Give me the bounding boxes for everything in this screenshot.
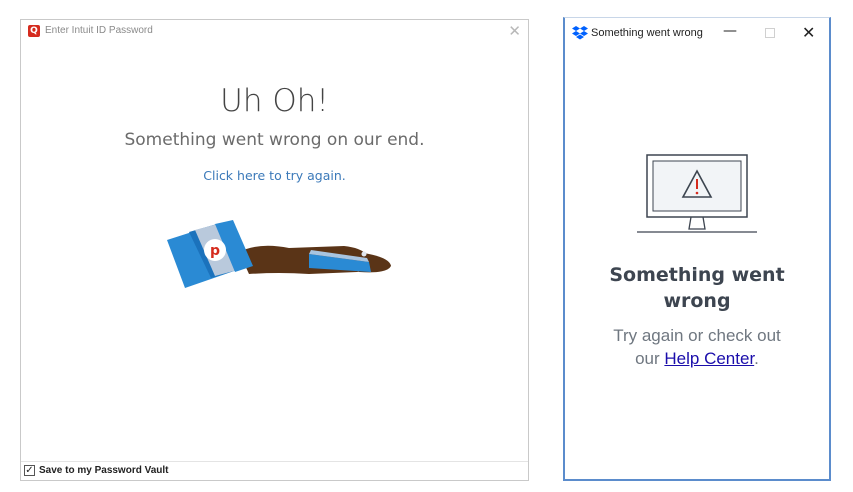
monitor-warning-icon	[637, 154, 757, 233]
error-body: Try again or check out our Help Center.	[565, 324, 829, 370]
error-body-suffix: .	[754, 349, 759, 368]
titlebar: Q Enter Intuit ID Password ✕	[21, 20, 528, 42]
retry-link[interactable]: Click here to try again.	[21, 168, 528, 183]
dropbox-icon	[572, 26, 588, 40]
error-heading: Something went wrong	[565, 262, 829, 314]
fallen-figure-illustration: p	[167, 220, 391, 288]
window-title: Enter Intuit ID Password	[45, 25, 153, 36]
svg-text:p: p	[210, 243, 220, 259]
maximize-icon[interactable]	[765, 28, 775, 38]
error-body-prefix: our	[635, 349, 665, 368]
save-vault-checkbox[interactable]: ✓	[24, 465, 35, 476]
error-heading-line1: Something went	[609, 264, 785, 286]
dropbox-window: Something went wrong — ✕ Something went …	[563, 17, 831, 481]
help-center-link[interactable]: Help Center	[664, 349, 754, 368]
error-heading-line2: wrong	[663, 290, 731, 312]
titlebar: Something went wrong — ✕	[565, 18, 829, 48]
close-icon[interactable]: ✕	[802, 23, 815, 42]
save-vault-label: Save to my Password Vault	[39, 465, 169, 476]
intuit-window: Q Enter Intuit ID Password ✕ Uh Oh! Some…	[20, 19, 529, 481]
close-icon[interactable]: ✕	[508, 22, 521, 40]
window-title: Something went wrong	[591, 27, 703, 39]
error-body-line1: Try again or check out	[613, 326, 781, 345]
error-heading: Uh Oh!	[220, 83, 329, 119]
error-subheading: Something went wrong on our end.	[124, 130, 425, 150]
intuit-logo-icon: Q	[28, 25, 40, 37]
error-body-line2: our Help Center.	[565, 347, 829, 370]
minimize-icon[interactable]: —	[723, 23, 737, 39]
footer-bar: ✓ Save to my Password Vault	[21, 461, 528, 480]
